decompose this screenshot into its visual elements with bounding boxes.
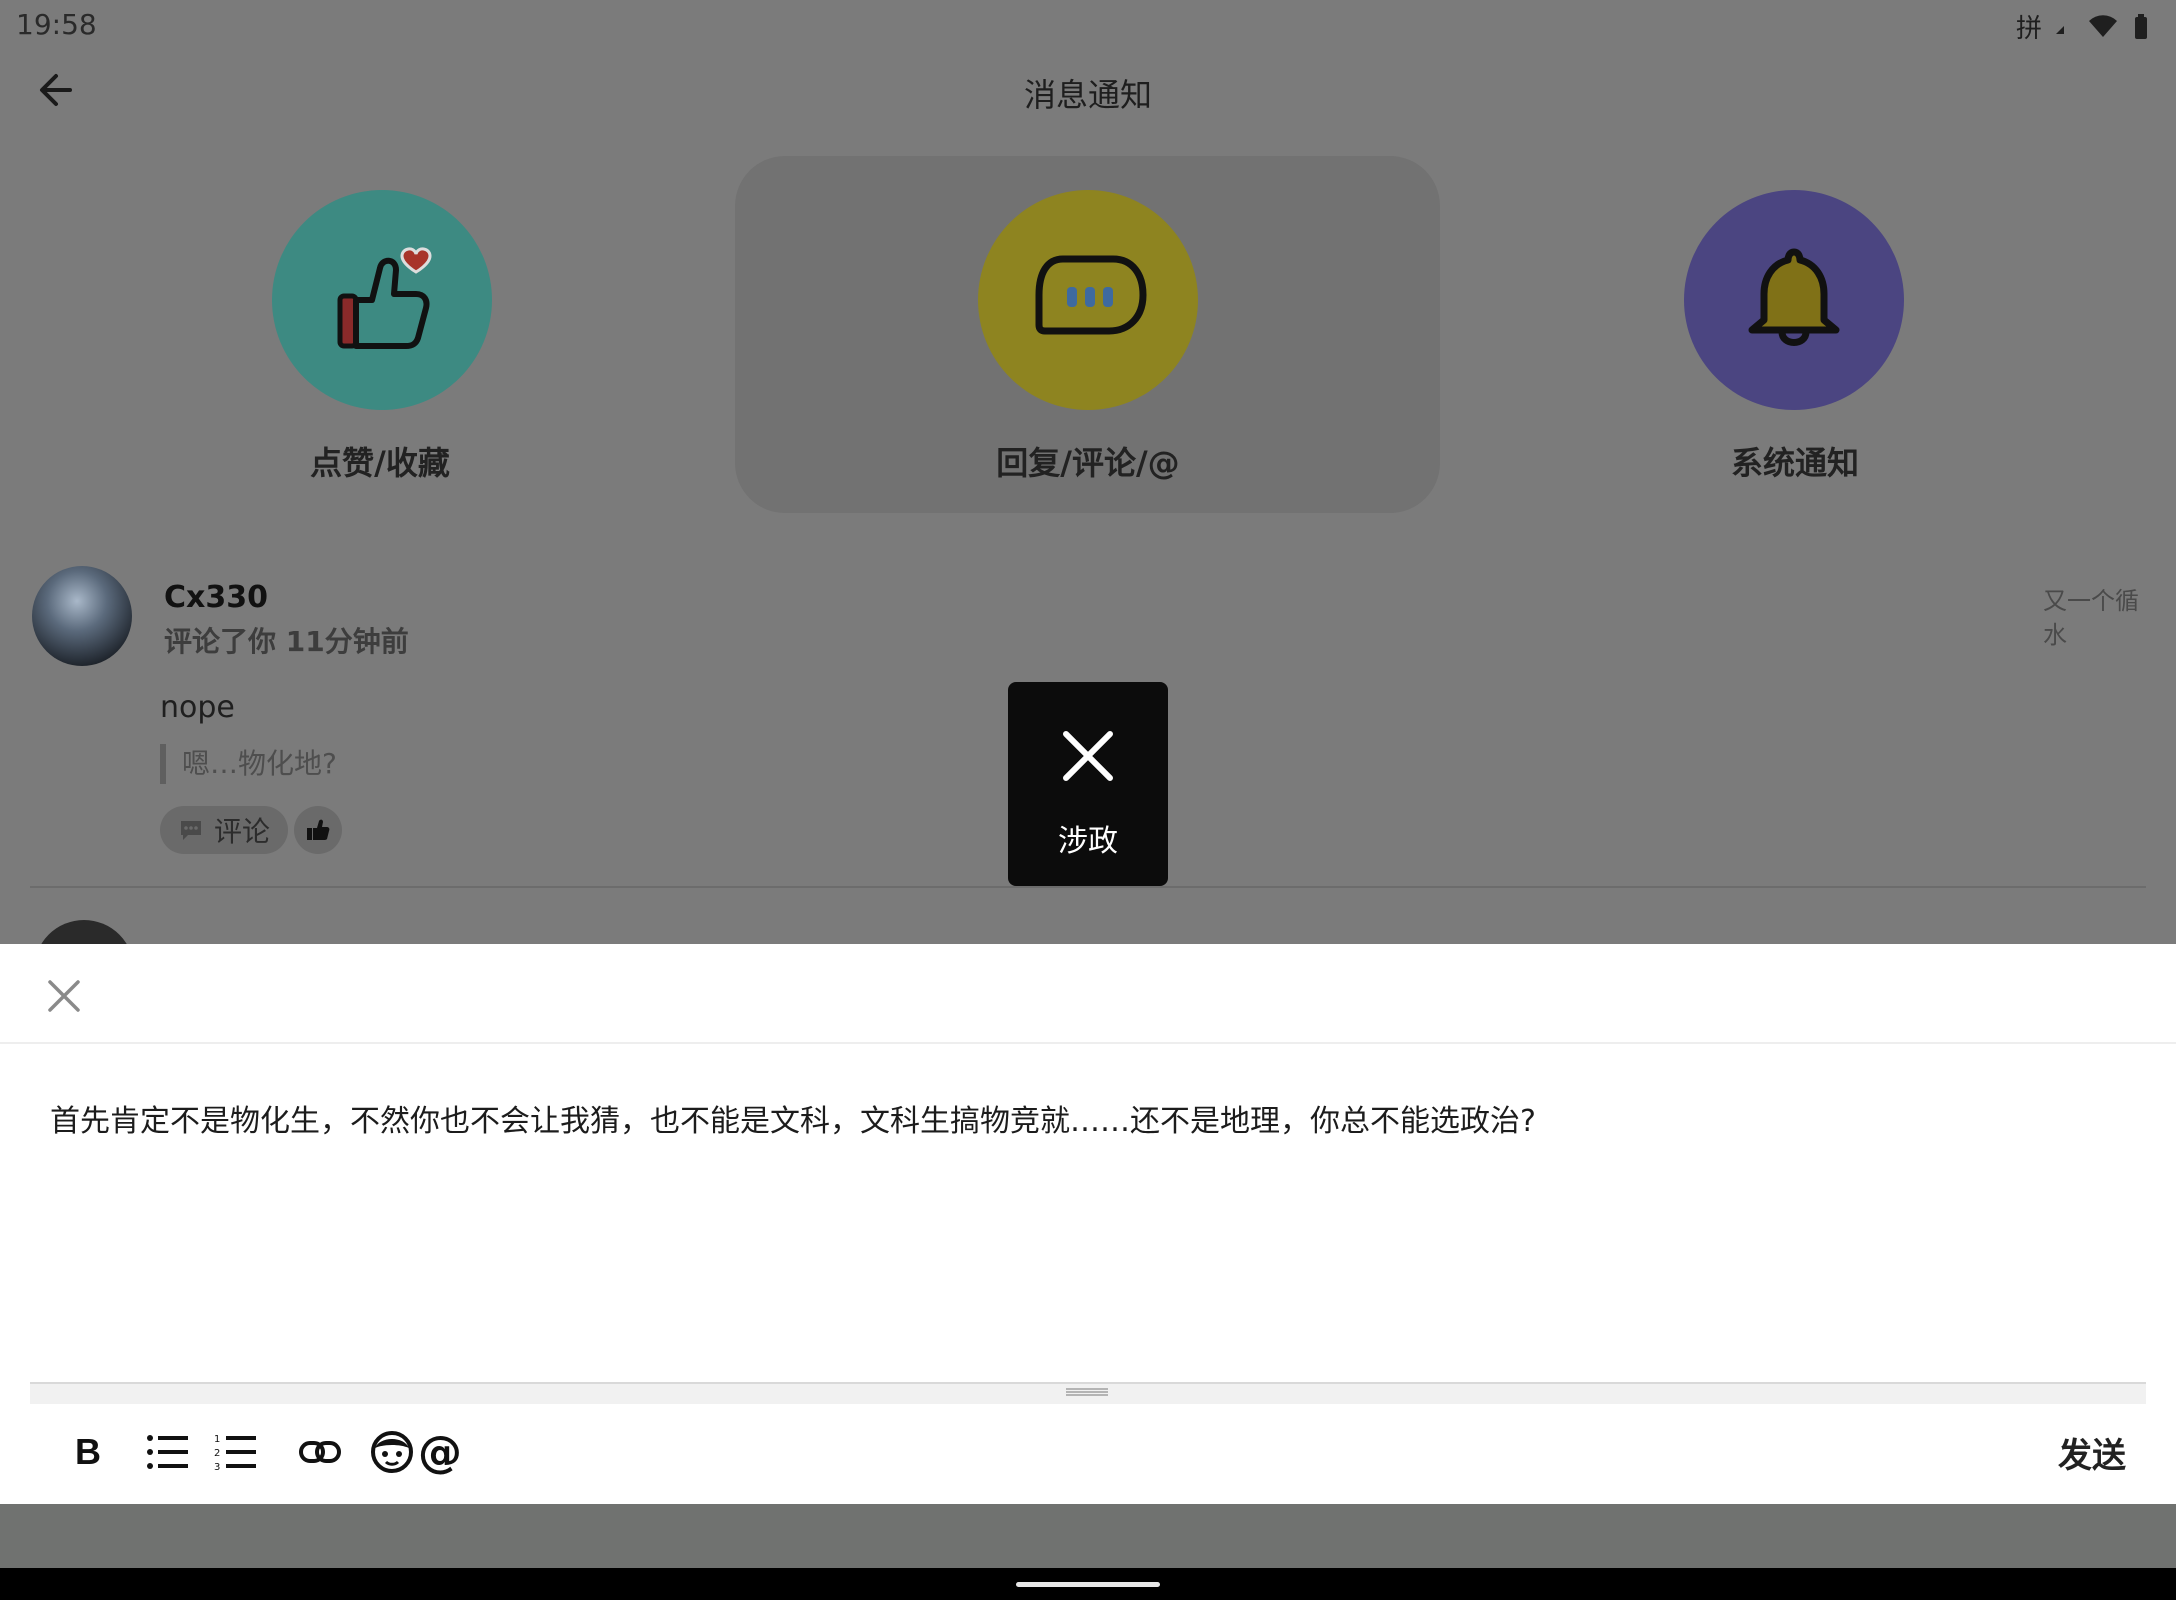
tab-likes-label: 点赞/收藏 — [310, 444, 450, 482]
like-button[interactable] — [294, 806, 342, 854]
page-title: 消息通知 — [1023, 76, 1152, 114]
bullet-list-button[interactable] — [140, 1424, 196, 1480]
comment-icon — [181, 821, 201, 840]
signal-icon — [2056, 25, 2064, 34]
svg-text:3: 3 — [214, 1462, 220, 1472]
status-bar: 19:58 拼 — [0, 0, 2176, 50]
thumbs-up-icon — [307, 819, 330, 840]
tab-replies-comments[interactable]: 回复/评论/@ — [888, 190, 1288, 490]
bell-icon — [1748, 248, 1840, 346]
mention-button[interactable]: @ — [412, 1424, 468, 1480]
link-button[interactable] — [292, 1424, 348, 1480]
list-divider — [30, 886, 2146, 888]
composer-header — [0, 944, 2176, 1044]
tab-system-label: 系统通知 — [1730, 444, 1859, 482]
thumbs-up-heart-icon — [337, 247, 432, 349]
at-icon: @ — [418, 1426, 462, 1478]
quoted-text: 嗯…物化地? — [160, 744, 337, 784]
chat-bubble-icon — [1035, 255, 1147, 335]
system-circle — [1684, 190, 1904, 410]
status-time: 19:58 — [16, 8, 97, 41]
tab-likes-favorites[interactable]: 点赞/收藏 — [180, 190, 580, 490]
message-text: nope — [160, 690, 235, 725]
reply-composer: 首先肯定不是物化生，不然你也不会让我猜，也不能是文科，文科生搞物竞就……还不是地… — [0, 944, 2176, 1504]
svg-text:2: 2 — [214, 1448, 220, 1459]
post-title-note[interactable]: 又一个循水 — [2043, 584, 2153, 652]
comment-label: 评论 — [214, 815, 271, 848]
home-gesture-handle[interactable] — [1016, 1582, 1160, 1587]
close-icon — [1063, 731, 1113, 781]
likes-circle — [272, 190, 492, 410]
bottom-strip — [0, 1504, 2176, 1568]
toast-label: 涉政 — [1058, 824, 1118, 859]
bold-button[interactable]: B — [60, 1424, 116, 1480]
emoji-face-icon — [371, 1431, 413, 1473]
numbered-list-button[interactable]: 1 2 3 — [208, 1424, 264, 1480]
bold-icon: B — [75, 1431, 101, 1472]
status-icons: 拼 — [2016, 8, 2150, 45]
comment-button[interactable]: 评论 — [160, 806, 289, 854]
tab-system-notifications[interactable]: 系统通知 — [1595, 190, 1995, 490]
bullet-list-icon — [147, 1435, 188, 1469]
replies-circle — [978, 190, 1198, 410]
close-composer-icon[interactable] — [44, 976, 84, 1016]
ime-indicator: 拼 — [2015, 14, 2042, 44]
battery-icon — [2135, 13, 2147, 39]
tab-replies-label: 回复/评论/@ — [996, 444, 1180, 482]
username[interactable]: Cx330 — [164, 580, 268, 615]
editor-toolbar: B 1 2 3 @ 发送 — [0, 1402, 2176, 1504]
message-meta: 评论了你 11分钟前 — [164, 625, 409, 658]
send-button[interactable]: 发送 — [2058, 1428, 2126, 1477]
toast-dialog: 涉政 — [1008, 682, 1168, 886]
reply-text-editor[interactable]: 首先肯定不是物化生，不然你也不会让我猜，也不能是文科，文科生搞物竞就……还不是地… — [50, 1100, 2140, 1144]
numbered-list-icon: 1 2 3 — [214, 1434, 256, 1472]
link-icon — [299, 1441, 341, 1463]
avatar[interactable] — [32, 566, 132, 666]
svg-text:1: 1 — [214, 1434, 220, 1445]
wifi-icon — [2089, 14, 2117, 37]
drag-handle-icon[interactable] — [1066, 1388, 1108, 1396]
